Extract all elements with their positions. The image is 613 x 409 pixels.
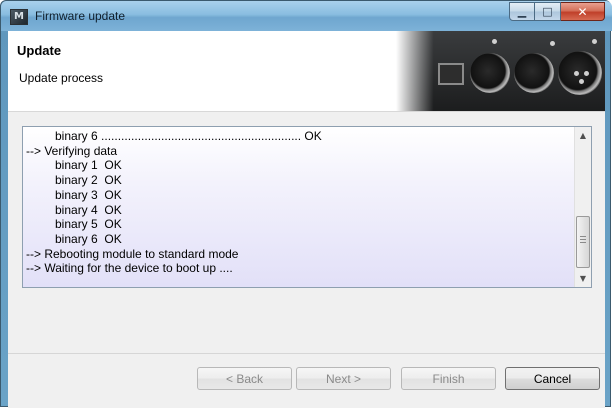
log-line: binary 1 OK: [55, 158, 122, 173]
log-line: binary 3 OK: [55, 187, 122, 202]
connector-port-image: [514, 53, 554, 93]
minimize-button[interactable]: ▁: [509, 2, 535, 21]
finish-button[interactable]: Finish: [401, 367, 496, 390]
log-line: --> Verifying data: [26, 143, 118, 158]
log-line: binary 6 OK: [55, 231, 122, 246]
next-button[interactable]: Next >: [296, 367, 391, 390]
scroll-down-arrow-icon[interactable]: ▼: [575, 270, 591, 287]
screw-dot: [592, 39, 597, 44]
log-line: --> Waiting for the device to boot up ..…: [26, 261, 233, 276]
screw-dot: [550, 41, 555, 46]
page-subtitle: Update process: [19, 71, 104, 85]
window-controls: ▁ □ ✕: [509, 2, 605, 22]
back-button[interactable]: < Back: [197, 367, 292, 390]
app-icon: M: [10, 9, 28, 25]
update-log[interactable]: binary 6 ...............................…: [22, 126, 592, 288]
cancel-button[interactable]: Cancel: [505, 367, 600, 390]
port-pin: [574, 71, 579, 76]
ethernet-port-image: [438, 63, 464, 85]
firmware-update-window: M Firmware update ▁ □ ✕ Update Update pr…: [0, 0, 612, 408]
wizard-header: Update Update process: [8, 31, 605, 112]
connector-port-image: [470, 53, 510, 93]
screw-dot: [492, 39, 497, 44]
port-pin: [584, 71, 589, 76]
log-line: binary 4 OK: [55, 202, 122, 217]
xlr-port-image: [558, 51, 602, 95]
log-lines: binary 6 ...............................…: [26, 129, 571, 276]
port-pin: [579, 79, 584, 84]
log-line: --> Rebooting module to standard mode: [26, 246, 239, 261]
log-line: binary 2 OK: [55, 173, 122, 188]
scroll-up-arrow-icon[interactable]: ▲: [575, 127, 591, 144]
window-title: Firmware update: [35, 9, 126, 23]
device-panel-image: [396, 31, 605, 111]
footer-divider: [8, 353, 605, 354]
page-title: Update: [17, 43, 62, 58]
grip-icon: [580, 236, 586, 245]
maximize-button[interactable]: □: [535, 2, 561, 21]
dialog-client-area: Update Update process binary 6 .........…: [8, 31, 605, 408]
log-line: binary 6 ...............................…: [55, 129, 322, 143]
scroll-thumb[interactable]: [576, 216, 590, 268]
log-scrollbar[interactable]: ▲ ▼: [574, 127, 591, 287]
log-line: binary 5 OK: [55, 217, 122, 232]
close-button[interactable]: ✕: [561, 2, 605, 21]
title-bar[interactable]: M Firmware update ▁ □ ✕: [1, 1, 612, 31]
